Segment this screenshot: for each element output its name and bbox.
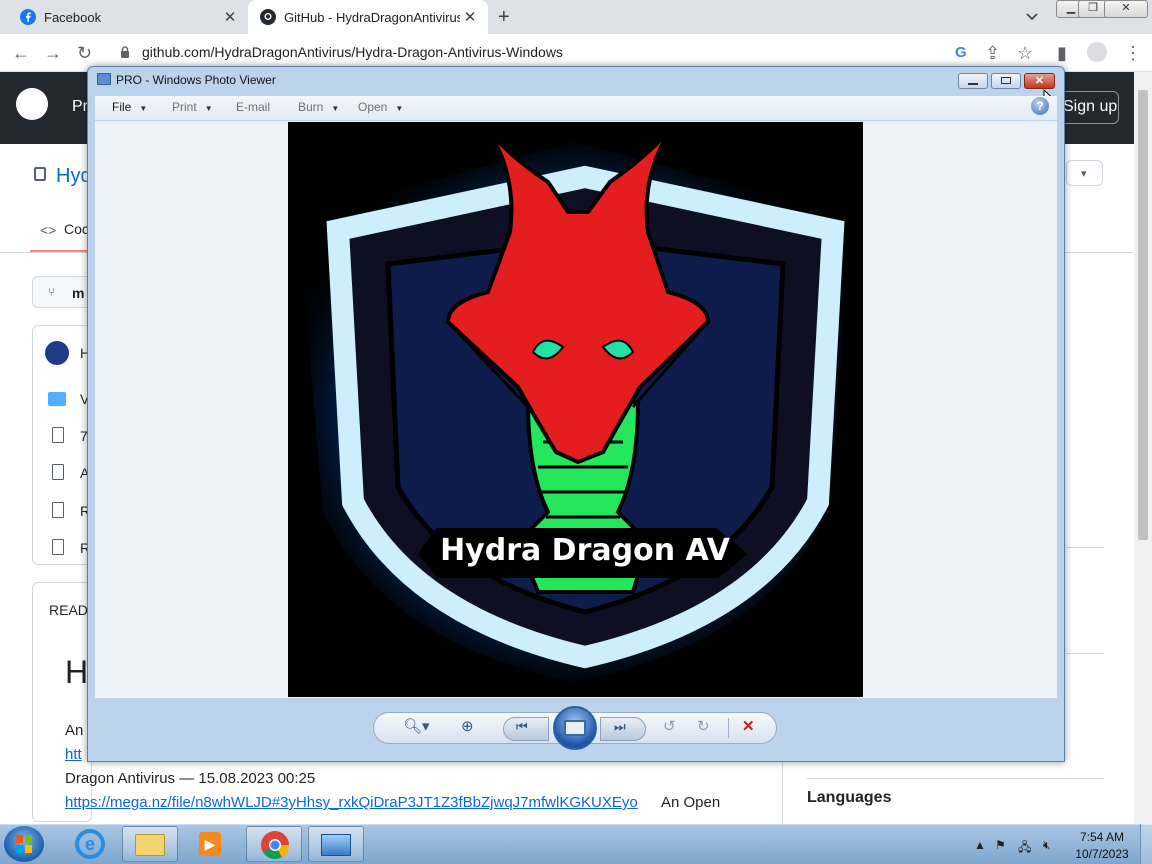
menu-email[interactable]: E-mail [236, 100, 270, 114]
scrollbar-thumb[interactable] [1138, 90, 1148, 540]
tab-code-partial[interactable]: Coc [64, 221, 89, 237]
tab-github[interactable]: GitHub - HydraDragonAntivirus/( ✕ [248, 0, 488, 34]
divider [782, 760, 783, 824]
help-icon[interactable]: ? [1031, 97, 1049, 115]
avatar[interactable] [45, 341, 69, 365]
volume-muted-icon[interactable]: 🔇︎ [1043, 838, 1051, 853]
divider [1066, 547, 1104, 548]
zoom-icon[interactable]: 🔍︎▾ [403, 717, 430, 735]
caret-down-icon: ▼ [204, 104, 213, 113]
readme-heading-partial: H [65, 654, 89, 690]
previous-icon: ⏮ [516, 719, 528, 734]
google-icon[interactable]: G [955, 44, 967, 61]
divider [807, 778, 1104, 779]
close-icon[interactable]: ✕ [1024, 73, 1055, 89]
network-icon[interactable]: 🖧︎ [1018, 838, 1031, 859]
controls-divider [728, 718, 729, 738]
readme-link-partial[interactable]: htt [65, 746, 85, 762]
show-desktop-button[interactable] [1140, 824, 1152, 864]
lock-icon [120, 45, 130, 58]
show-hidden-icons-icon[interactable]: ▲ [974, 838, 986, 852]
repo-icon [34, 167, 46, 181]
new-tab-icon[interactable]: + [498, 6, 510, 29]
file-icon [52, 539, 64, 555]
actual-size-icon[interactable]: ⊕ [461, 717, 474, 735]
internet-explorer-icon[interactable]: e [62, 826, 118, 862]
minimize-icon[interactable] [958, 73, 988, 89]
tab-title: Facebook [44, 9, 102, 25]
divider [1066, 653, 1104, 654]
url-text: github.com/HydraDragonAntivirus/Hydra-Dr… [142, 44, 563, 60]
caret-down-icon: ▼ [139, 104, 148, 113]
maximize-icon[interactable] [991, 73, 1021, 89]
readme-text: An Open [661, 794, 721, 811]
facebook-icon [20, 9, 36, 25]
menu-file-label: File [112, 100, 132, 114]
slideshow-icon [564, 720, 586, 736]
profile-icon[interactable] [1087, 42, 1107, 62]
github-logo-icon[interactable] [16, 88, 48, 120]
download-link[interactable]: https://mega.nz/file/n8whWLJD#3yHhsy_rxk… [65, 794, 638, 811]
more-menu-icon[interactable]: ⋮ [1124, 43, 1142, 64]
github-icon [260, 9, 276, 25]
star-icon[interactable]: ☆ [1017, 43, 1033, 64]
tab-title: GitHub - HydraDragonAntivirus/( [284, 9, 460, 25]
header-nav-partial: Pr [72, 98, 88, 115]
menu-burn-label: Burn [298, 100, 324, 114]
clock-date[interactable]: 10/7/2023 [1072, 847, 1132, 861]
reload-icon[interactable]: ↻ [77, 43, 92, 64]
repo-action-dropdown[interactable]: ▾ [1066, 160, 1103, 186]
photo-viewer-icon [97, 73, 111, 85]
file-icon [52, 502, 64, 518]
close-icon[interactable]: ✕ [1104, 0, 1148, 18]
rotate-right-icon[interactable]: ↻ [697, 717, 710, 735]
media-player-icon[interactable]: ▶ [182, 826, 238, 862]
close-tab-icon[interactable]: ✕ [220, 8, 240, 26]
readme-header-partial: READ [49, 602, 88, 618]
file-explorer-icon[interactable] [122, 826, 178, 862]
action-center-icon[interactable]: ⚑ [995, 838, 1006, 852]
forward-icon[interactable]: → [44, 43, 62, 64]
delete-icon[interactable]: ✕ [742, 717, 755, 735]
menu-burn[interactable]: Burn ▼ [298, 100, 339, 114]
photo-viewer-title: PRO - Windows Photo Viewer [116, 73, 276, 87]
menu-email-label: E-mail [236, 100, 271, 114]
menu-open-label: Open [358, 100, 388, 114]
code-icon: <> [40, 222, 57, 238]
menu-file[interactable]: File ▼ [112, 100, 147, 114]
readme-text: Dragon Antivirus — 15.08.2023 00:25 [65, 770, 316, 787]
close-tab-icon[interactable]: ✕ [460, 8, 480, 26]
caret-down-icon: ▼ [331, 104, 340, 113]
start-button[interactable] [4, 826, 44, 862]
share-icon[interactable]: ⇪ [985, 43, 1000, 64]
readme-text-partial: An [65, 722, 84, 739]
menu-print[interactable]: Print ▼ [172, 100, 213, 114]
image-caption-text: Hydra Dragon AV [440, 533, 731, 568]
clock-time[interactable]: 7:54 AM [1076, 830, 1128, 844]
caret-down-icon: ▼ [395, 104, 404, 113]
menu-open[interactable]: Open ▼ [358, 100, 403, 114]
file-icon [52, 427, 64, 443]
chevron-down-icon[interactable] [1024, 8, 1040, 24]
file-icon [52, 464, 64, 480]
rotate-left-icon[interactable]: ↺ [663, 717, 676, 735]
branch-icon: ⑂ [48, 285, 56, 299]
branch-name-partial: m [72, 285, 85, 301]
chrome-icon[interactable] [246, 826, 302, 862]
tab-facebook[interactable]: Facebook ✕ [8, 0, 248, 34]
back-icon[interactable]: ← [12, 43, 30, 64]
languages-heading: Languages [807, 789, 892, 806]
menu-print-label: Print [172, 100, 197, 114]
side-panel-icon[interactable]: ▮ [1057, 43, 1067, 64]
photo-viewer-taskbar-icon[interactable] [308, 826, 364, 862]
next-icon: ⏭ [614, 719, 626, 734]
folder-icon [48, 392, 66, 406]
dragon-shield-image: Hydra Dragon AV [288, 122, 863, 697]
